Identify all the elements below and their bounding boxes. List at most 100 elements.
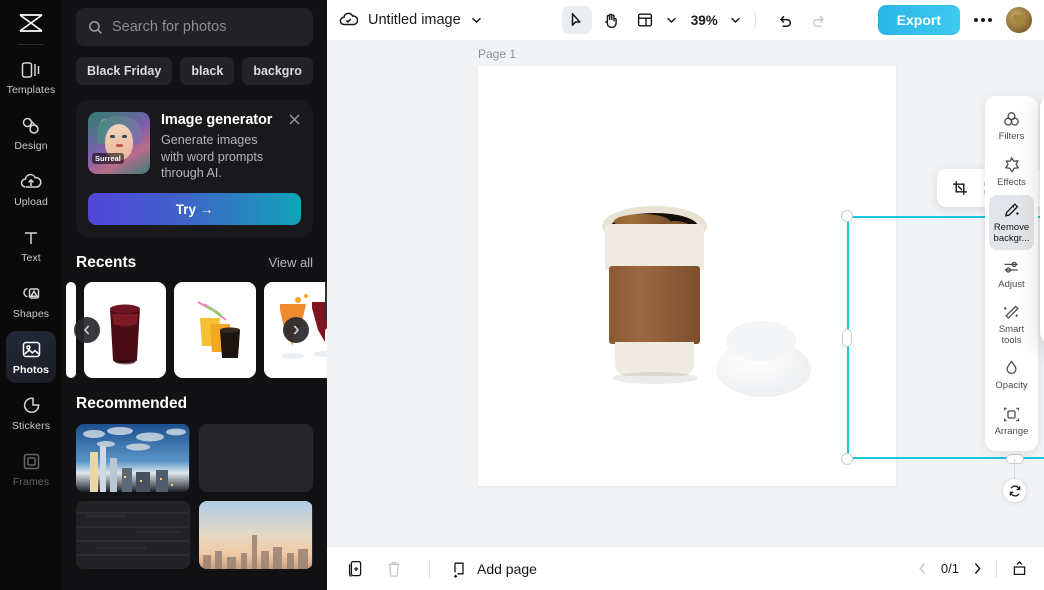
chevron-right-icon[interactable] [283, 317, 309, 344]
sidebar-item-stickers[interactable]: Stickers [6, 387, 56, 439]
search-icon [88, 20, 103, 35]
tool-opacity[interactable]: Opacity [989, 353, 1034, 397]
zoom-level: 39% [690, 12, 718, 28]
resize-handle-bl[interactable] [841, 453, 853, 465]
select-tool-button[interactable] [561, 6, 592, 34]
close-icon[interactable] [287, 112, 302, 127]
recommended-grid [76, 424, 313, 570]
bottom-bar: Add page 0/1 [327, 546, 1044, 590]
tag-chip[interactable]: Black Friday [76, 57, 173, 85]
sidebar-item-shapes[interactable]: Shapes [6, 275, 56, 327]
add-page-button[interactable]: Add page [452, 560, 537, 578]
sidebar-item-photos[interactable]: Photos [6, 331, 56, 383]
remove-background-popup: Remove background Auto removal Remove ba… [1040, 96, 1044, 344]
redo-button[interactable] [804, 6, 834, 34]
sidebar-item-label: Photos [12, 363, 50, 376]
templates-icon [20, 59, 42, 81]
tool-label: Filters [998, 131, 1025, 142]
recommended-tile[interactable] [76, 501, 190, 570]
hand-tool-button[interactable] [596, 6, 626, 34]
text-icon [20, 227, 42, 249]
image-generator-card: Surreal Image generator Generate images … [76, 100, 313, 238]
sidebar-item-text[interactable]: Text [6, 219, 56, 271]
document-title-group[interactable]: Untitled image [339, 12, 482, 28]
sidebar-item-label: Shapes [12, 307, 50, 320]
arrange-icon [1002, 405, 1021, 424]
canvas-page[interactable] [478, 66, 896, 486]
adjust-sliders-icon [1002, 258, 1021, 277]
chevron-left-icon[interactable] [74, 317, 100, 344]
tool-smart-tools[interactable]: Smart tools [989, 297, 1034, 351]
effects-star-icon [1002, 156, 1021, 175]
tool-adjust[interactable]: Adjust [989, 252, 1034, 296]
recommended-tile[interactable] [199, 501, 313, 570]
promo-thumbnail: Surreal [88, 112, 150, 174]
sidebar-item-design[interactable]: Design [6, 107, 56, 159]
chevron-down-icon[interactable] [471, 16, 482, 24]
tool-remove-background[interactable]: Remove backgr... [989, 195, 1034, 250]
recommended-tile[interactable] [199, 424, 313, 493]
rotate-handle[interactable] [1002, 478, 1027, 503]
avatar[interactable] [1006, 7, 1032, 33]
chevron-right-icon[interactable] [973, 562, 982, 575]
tool-filters[interactable]: Filters [989, 104, 1034, 148]
rotate-stem [1014, 459, 1015, 478]
saucer-artwork[interactable] [716, 321, 811, 401]
recommended-title: Recommended [76, 395, 188, 413]
page-indicator: 0/1 [940, 561, 959, 576]
top-toolbar: Untitled image 39% Export [327, 0, 1044, 40]
resize-handle-tl[interactable] [841, 210, 853, 222]
resize-handle-bottom[interactable] [1006, 454, 1024, 464]
search-placeholder: Search for photos [112, 19, 227, 35]
tool-label: Remove backgr... [993, 222, 1030, 244]
coffee-cup-artwork[interactable] [602, 206, 707, 386]
duplicate-page-button[interactable] [343, 556, 369, 582]
crop-button[interactable] [947, 175, 973, 201]
tag-chip[interactable]: black [180, 57, 235, 85]
view-all-link[interactable]: View all [268, 255, 313, 270]
page-title: Untitled image [368, 12, 461, 28]
try-button[interactable]: Try → [88, 193, 301, 226]
promo-description: Generate images with word prompts throug… [161, 133, 264, 181]
tool-label: Smart tools [998, 324, 1025, 346]
panel-collapse-handle[interactable] [325, 282, 327, 320]
delete-page-button[interactable] [381, 556, 407, 582]
layout-panel-icon [637, 12, 653, 28]
promo-title: Image generator [161, 112, 273, 128]
chevron-down-icon[interactable] [730, 16, 741, 24]
sidebar-item-upload[interactable]: Upload [6, 163, 56, 215]
tool-arrange[interactable]: Arrange [989, 399, 1034, 443]
tag-chip[interactable]: backgro [242, 57, 313, 85]
bottombar-right: 0/1 [918, 559, 1028, 578]
export-button[interactable]: Export [877, 5, 960, 35]
undo-button[interactable] [770, 6, 800, 34]
tool-label: Adjust [998, 278, 1025, 290]
present-icon[interactable] [1011, 560, 1028, 577]
tool-effects[interactable]: Effects [989, 150, 1034, 194]
main-area: Untitled image 39% Export Page 1 Filters… [327, 0, 1044, 590]
search-input[interactable]: Search for photos [76, 8, 313, 46]
bottombar-divider [996, 559, 997, 578]
sidebar-item-frames[interactable]: Frames [6, 443, 56, 495]
toolbar-divider [754, 11, 756, 29]
redo-icon [811, 13, 827, 28]
tool-label: Effects [997, 176, 1026, 188]
layout-tool-button[interactable] [630, 6, 660, 34]
right-tool-rail: Filters Effects Remove backgr... Adjust … [985, 96, 1038, 451]
recommended-tile[interactable] [76, 424, 190, 493]
resize-handle-left[interactable] [842, 329, 852, 347]
bottombar-divider [429, 559, 430, 578]
topbar-right: Export [877, 5, 1032, 35]
list-item[interactable] [174, 282, 256, 379]
canvas-area[interactable]: Page 1 Filters Effects Remove backgr... … [327, 40, 1044, 546]
sidebar-item-templates[interactable]: Templates [6, 51, 56, 103]
app-root: Templates Design Upload Text Shapes Phot… [0, 0, 1044, 590]
chevron-left-icon[interactable] [918, 562, 927, 575]
capcut-logo-icon[interactable] [11, 6, 51, 40]
sidebar-item-label: Upload [14, 195, 48, 208]
chevron-down-icon[interactable] [666, 16, 677, 24]
cursor-arrow-icon [569, 12, 584, 28]
tool-label: Arrange [994, 426, 1029, 437]
shapes-icon [20, 283, 42, 305]
more-horizontal-icon[interactable] [972, 12, 994, 28]
